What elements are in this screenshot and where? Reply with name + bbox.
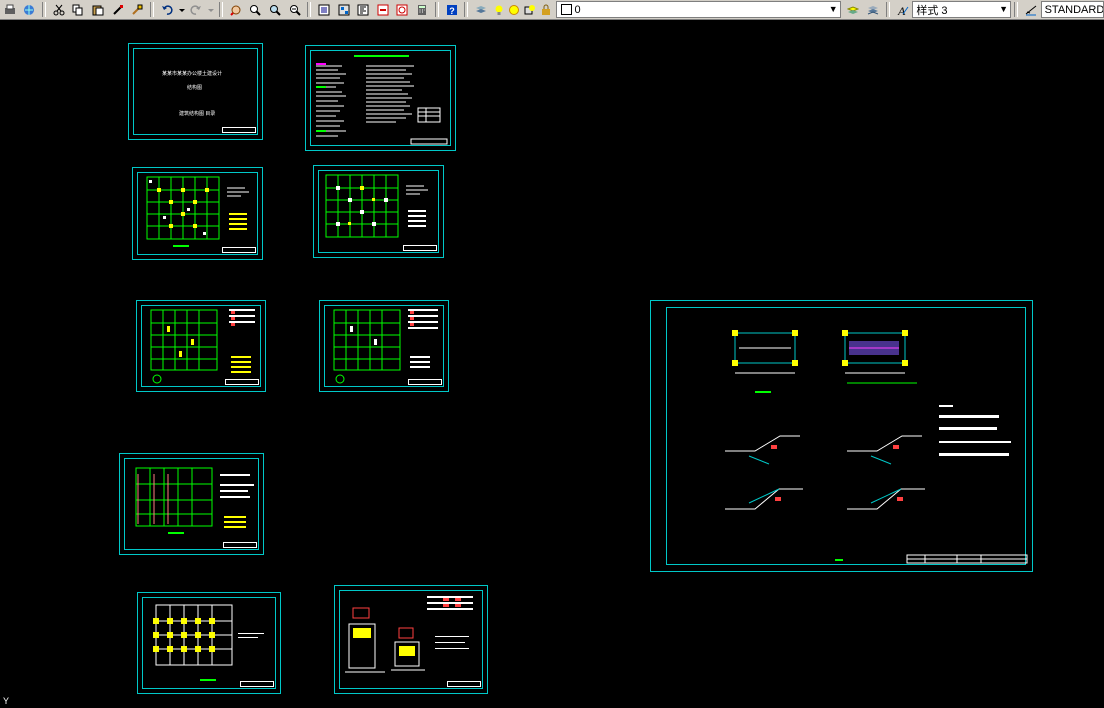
cad-toolbar: ? 0 ▼ A 样式 3 ▼ STANDARD [0,0,1104,20]
dimension-style-dropdown[interactable]: STANDARD [1040,1,1104,18]
redo-dropdown-icon[interactable] [207,1,215,18]
copy-icon[interactable] [70,1,88,18]
svg-text:?: ? [449,6,455,16]
title-block [222,247,256,253]
beam-plan-graphic [333,309,438,384]
cover-title: 某某市某某办公楼土建设计 [162,72,223,77]
partial-plan-graphic [135,467,254,534]
drawing-sheet-notes[interactable] [305,45,456,151]
layer-dropdown[interactable]: 0 ▼ [555,1,841,18]
paste-icon[interactable] [89,1,107,18]
toolbar-separator [42,2,47,17]
beam-plan-graphic [150,309,255,384]
drawing-sheet-stair-details[interactable] [650,300,1033,572]
drawing-canvas[interactable]: 某某市某某办公楼土建设计 结构图 建筑结构图 目录 Y [0,20,1104,708]
title-block [408,379,442,385]
framing-plan-graphic [325,174,428,238]
zoom-previous-icon[interactable] [286,1,304,18]
match-properties-icon[interactable] [109,1,127,18]
text-style-dropdown[interactable]: 样式 3 ▼ [912,1,1012,18]
pan-icon[interactable] [227,1,245,18]
drawing-sheet-beam-2[interactable] [319,300,449,392]
toolbar-separator [434,2,439,17]
ucs-icon: Y [3,696,10,706]
undo-icon[interactable] [158,1,176,18]
drawing-sheet-foundation[interactable] [137,592,281,694]
toolbar-separator [1014,2,1019,17]
layer-on-icon[interactable] [492,1,506,18]
layer-vp-freeze-icon[interactable] [523,1,537,18]
stair-detail-graphic [725,330,1028,564]
dimension-style-value: STANDARD [1044,3,1104,16]
sheet-inner-border [133,48,258,135]
globe-icon[interactable] [21,1,39,18]
design-center-icon[interactable] [335,1,353,18]
toolbar-separator [219,2,224,17]
zoom-window-icon[interactable] [266,1,284,18]
help-icon[interactable]: ? [443,1,461,18]
brush-icon[interactable] [128,1,146,18]
title-block [223,542,257,548]
layer-lock-icon[interactable] [539,1,553,18]
layer-previous-icon[interactable] [864,1,882,18]
cut-icon[interactable] [50,1,68,18]
drawing-sheet-plan-2[interactable] [313,165,444,258]
drawing-sheet-cover[interactable]: 某某市某某办公楼土建设计 结构图 建筑结构图 目录 [128,43,263,140]
text-style-value: 样式 3 [916,4,948,17]
tool-palettes-icon[interactable] [354,1,372,18]
cover-subtitle: 结构图 [187,86,203,91]
layer-thaw-icon[interactable] [508,1,522,18]
chevron-down-icon[interactable]: ▼ [829,2,838,17]
plot-icon[interactable] [1,1,19,18]
drawing-sheet-partial-plan[interactable] [119,453,264,555]
chevron-down-icon[interactable]: ▼ [999,2,1008,17]
layer-manager-icon[interactable] [472,1,490,18]
drawing-sheet-beam-1[interactable] [136,300,266,392]
framing-plan-graphic [146,176,249,247]
svg-text:A: A [897,4,906,16]
layer-color-swatch [560,4,572,15]
undo-dropdown-icon[interactable] [178,1,186,18]
redo-icon[interactable] [188,1,206,18]
title-block [222,127,256,133]
column-detail-graphic [345,596,473,673]
sheet-set-icon[interactable] [374,1,392,18]
dimension-style-icon[interactable] [1022,1,1040,18]
zoom-realtime-icon[interactable] [247,1,265,18]
make-current-layer-icon[interactable] [845,1,863,18]
title-block [240,681,274,687]
text-style-icon[interactable]: A [894,1,912,18]
drawing-sheet-column-details[interactable] [334,585,488,694]
cover-index-label: 建筑结构图 目录 [179,112,216,117]
toolbar-separator [307,2,312,17]
toolbar-separator [464,2,469,17]
markup-icon[interactable] [394,1,412,18]
calculator-icon[interactable] [413,1,431,18]
title-block [403,245,437,251]
toolbar-separator [885,2,890,17]
layer-value: 0 [574,3,581,16]
title-block [447,681,481,687]
notes-text-block [316,55,448,145]
title-block [225,379,259,385]
properties-icon[interactable] [315,1,333,18]
toolbar-separator [150,2,154,17]
drawing-sheet-plan-1[interactable] [132,167,263,260]
foundation-plan-graphic [153,604,264,681]
